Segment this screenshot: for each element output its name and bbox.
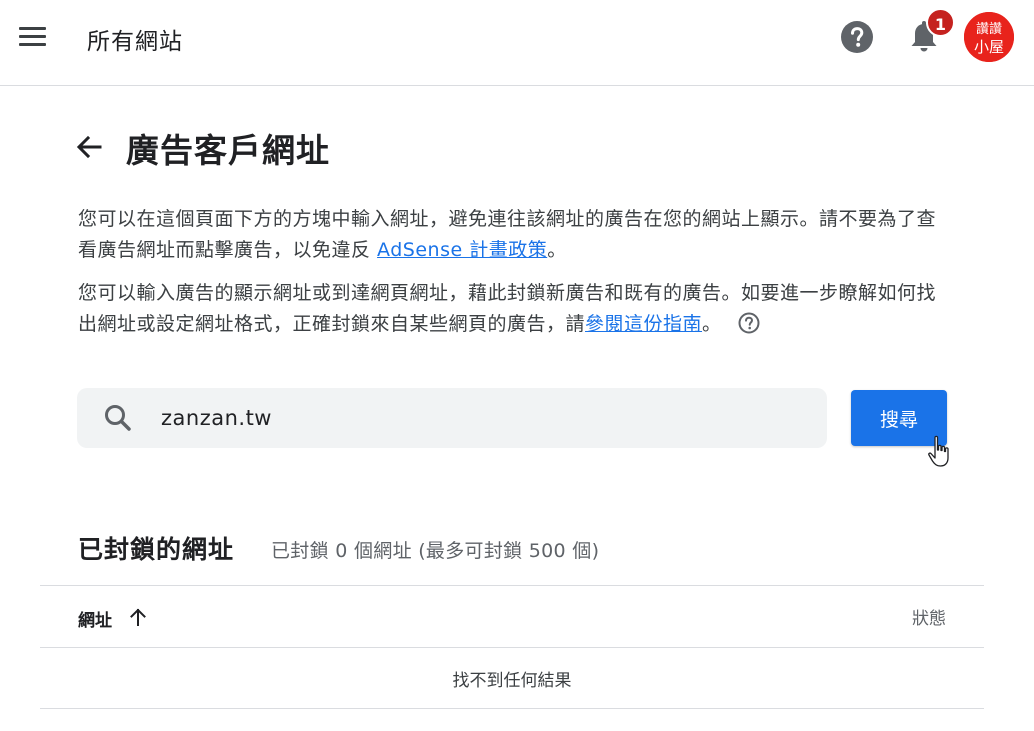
help-outline-icon[interactable] bbox=[738, 312, 760, 334]
divider bbox=[40, 585, 984, 586]
description-paragraph-2: 您可以輸入廣告的顯示網址或到達網頁網址，藉此封鎖新廣告和既有的廣告。如要進一步瞭… bbox=[78, 278, 948, 340]
empty-results-message: 找不到任何結果 bbox=[452, 671, 572, 691]
menu-icon[interactable] bbox=[18, 26, 48, 48]
notification-badge: 1 bbox=[926, 8, 955, 37]
url-search-input[interactable] bbox=[161, 398, 801, 438]
page-title: 廣告客戶網址 bbox=[126, 131, 330, 170]
help-icon[interactable] bbox=[840, 20, 874, 54]
avatar-text-top: 讚讚 bbox=[976, 21, 1002, 37]
sort-arrow-up-icon[interactable] bbox=[128, 606, 148, 628]
top-app-bar: 所有網站 1 讚讚 小屋 bbox=[0, 0, 1034, 86]
description-end-1: 。 bbox=[547, 239, 567, 261]
description-paragraph-1: 您可以在這個頁面下方的方塊中輸入網址，避免連往該網址的廣告在您的網站上顯示。請不… bbox=[78, 204, 948, 266]
description-end-2: 。 bbox=[702, 313, 722, 335]
hand-cursor-icon bbox=[926, 434, 956, 470]
search-box bbox=[77, 388, 827, 448]
column-header-url[interactable]: 網址 bbox=[78, 606, 112, 631]
adsense-policy-link[interactable]: AdSense 計畫政策 bbox=[377, 239, 547, 261]
blocked-urls-summary: 已封鎖 0 個網址 (最多可封鎖 500 個) bbox=[271, 540, 600, 562]
search-icon bbox=[103, 403, 133, 433]
avatar-text-bottom: 小屋 bbox=[974, 38, 1004, 56]
divider bbox=[40, 708, 984, 709]
app-title: 所有網站 bbox=[87, 29, 183, 55]
back-arrow-icon[interactable] bbox=[74, 131, 106, 163]
divider bbox=[40, 647, 984, 648]
account-avatar[interactable]: 讚讚 小屋 bbox=[964, 12, 1014, 62]
column-header-status: 狀態 bbox=[912, 609, 946, 629]
guide-link[interactable]: 參閱這份指南 bbox=[585, 313, 702, 335]
description-text-2: 您可以輸入廣告的顯示網址或到達網頁網址，藉此封鎖新廣告和既有的廣告。如要進一步瞭… bbox=[78, 282, 937, 335]
blocked-urls-title: 已封鎖的網址 bbox=[78, 535, 235, 564]
